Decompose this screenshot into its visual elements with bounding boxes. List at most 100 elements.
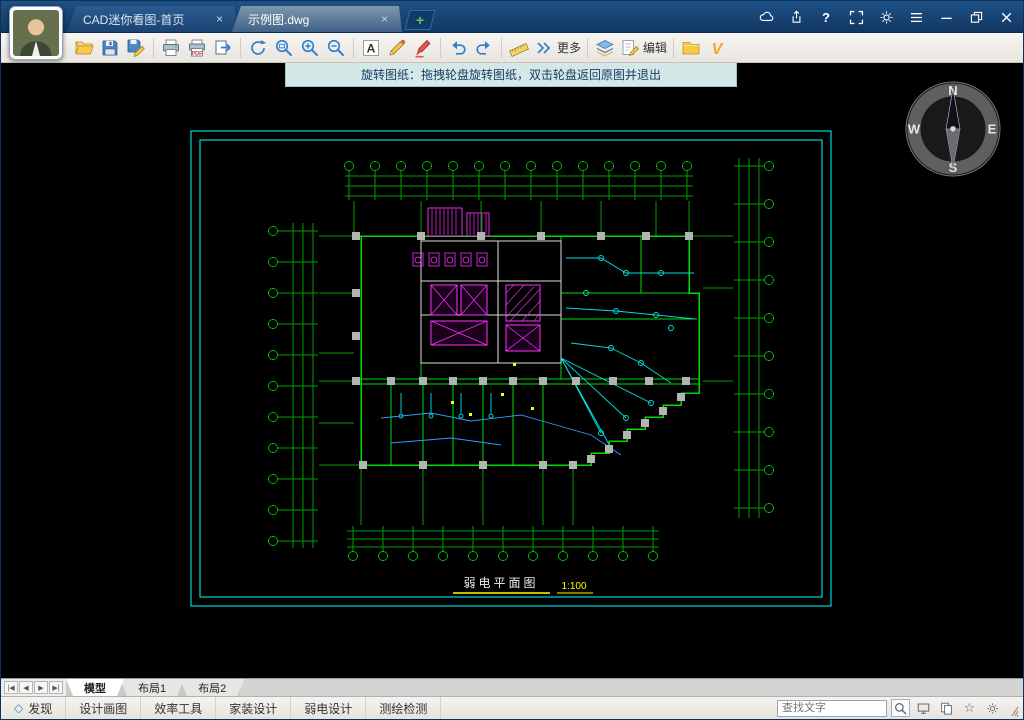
pencil-button[interactable] bbox=[384, 35, 410, 61]
redo-icon bbox=[474, 38, 494, 58]
more-measure-button[interactable]: 更多 bbox=[532, 35, 583, 61]
pages-icon bbox=[939, 701, 954, 716]
main-toolbar: PDF bbox=[1, 33, 1023, 63]
cloud-button[interactable] bbox=[757, 8, 775, 26]
elv-design-label: 弱电设计 bbox=[304, 700, 352, 717]
toolbar-separator bbox=[501, 38, 502, 58]
vip-button[interactable]: V bbox=[704, 35, 730, 61]
toolbar-separator bbox=[440, 38, 441, 58]
layout-tab-bar: |◀ ◀ ▶ ▶| 模型 布局1 布局2 bbox=[1, 678, 1023, 696]
vip-v-icon: V bbox=[707, 38, 727, 58]
share-button[interactable] bbox=[787, 8, 805, 26]
close-icon bbox=[998, 9, 1015, 26]
drawing-title-block: 弱电平面图 1:100 bbox=[453, 576, 593, 593]
tab-home-close-icon[interactable]: × bbox=[214, 12, 225, 26]
prev-sheet-button[interactable]: ◀ bbox=[19, 681, 33, 694]
statusbar-item-elv-design[interactable]: 弱电设计 bbox=[291, 697, 366, 719]
home-design-label: 家装设计 bbox=[229, 700, 277, 717]
minimize-button[interactable] bbox=[937, 8, 955, 26]
find-text-input[interactable] bbox=[777, 700, 887, 717]
layers-button[interactable] bbox=[592, 35, 618, 61]
share-icon bbox=[788, 9, 805, 26]
statusbar-item-discover[interactable]: ◇ 发现 bbox=[1, 697, 66, 719]
drawing-canvas[interactable]: 旋转图纸：拖拽轮盘旋转图纸，双击轮盘返回原图并退出 bbox=[1, 63, 1023, 678]
statusbar-item-home-design[interactable]: 家装设计 bbox=[216, 697, 291, 719]
pencil-icon bbox=[387, 38, 407, 58]
toolbar-separator bbox=[240, 38, 241, 58]
tab-model[interactable]: 模型 bbox=[66, 679, 124, 696]
favorite-button[interactable]: ☆ bbox=[960, 699, 979, 717]
design-draw-label: 设计画图 bbox=[79, 700, 127, 717]
resize-grip[interactable] bbox=[1006, 701, 1020, 717]
sheet-nav: |◀ ◀ ▶ ▶| bbox=[1, 679, 66, 696]
tab-layout2[interactable]: 布局2 bbox=[180, 679, 244, 696]
statusbar-settings-button[interactable] bbox=[983, 699, 1002, 717]
menu-button[interactable] bbox=[907, 8, 925, 26]
text-button[interactable]: A bbox=[358, 35, 384, 61]
efficiency-tools-label: 效率工具 bbox=[154, 700, 202, 717]
tab-document-label: 示例图.dwg bbox=[248, 11, 309, 28]
export-button[interactable] bbox=[210, 35, 236, 61]
undo-button[interactable] bbox=[445, 35, 471, 61]
minimize-icon bbox=[938, 9, 955, 26]
toolbar-separator bbox=[353, 38, 354, 58]
marker-button[interactable] bbox=[410, 35, 436, 61]
settings-button[interactable] bbox=[877, 8, 895, 26]
user-avatar[interactable] bbox=[9, 6, 63, 60]
redo-button[interactable] bbox=[471, 35, 497, 61]
zoom-window-icon bbox=[274, 38, 294, 58]
tab-home[interactable]: CAD迷你看图-首页 × bbox=[67, 6, 237, 32]
zoom-out-button[interactable] bbox=[323, 35, 349, 61]
fullscreen-button[interactable] bbox=[847, 8, 865, 26]
edit-button[interactable]: 编辑 bbox=[618, 35, 669, 61]
print-button[interactable] bbox=[158, 35, 184, 61]
star-icon: ☆ bbox=[964, 700, 976, 716]
drawing-scale: 1:100 bbox=[561, 581, 586, 592]
undo-icon bbox=[448, 38, 468, 58]
open-button[interactable] bbox=[71, 35, 97, 61]
pdf-printer-icon: PDF bbox=[187, 38, 207, 58]
help-button[interactable]: ? bbox=[817, 8, 835, 26]
cloud-icon bbox=[758, 9, 775, 26]
statusbar-item-design-draw[interactable]: 设计画图 bbox=[66, 697, 141, 719]
more-label: 更多 bbox=[557, 39, 581, 56]
close-button[interactable] bbox=[997, 8, 1015, 26]
next-sheet-button[interactable]: ▶ bbox=[34, 681, 48, 694]
cad-drawing[interactable]: 弱电平面图 1:100 N E S W bbox=[1, 63, 1023, 678]
hamburger-icon bbox=[908, 9, 925, 26]
zoom-window-button[interactable] bbox=[271, 35, 297, 61]
statusbar-item-survey-check[interactable]: 测绘检测 bbox=[366, 697, 441, 719]
rotate-button[interactable] bbox=[245, 35, 271, 61]
zoom-in-button[interactable] bbox=[297, 35, 323, 61]
save-button[interactable] bbox=[97, 35, 123, 61]
save-as-button[interactable] bbox=[123, 35, 149, 61]
tab-document[interactable]: 示例图.dwg × bbox=[232, 6, 402, 32]
edit-page-icon bbox=[620, 38, 640, 58]
zoom-in-icon bbox=[300, 38, 320, 58]
red-marker-icon bbox=[413, 38, 433, 58]
compass-east-label: E bbox=[988, 122, 997, 137]
print-pdf-button[interactable]: PDF bbox=[184, 35, 210, 61]
last-sheet-button[interactable]: ▶| bbox=[49, 681, 63, 694]
compare-pages-button[interactable] bbox=[937, 699, 956, 717]
tab-document-close-icon[interactable]: × bbox=[379, 12, 390, 26]
statusbar-item-efficiency-tools[interactable]: 效率工具 bbox=[141, 697, 216, 719]
blue-wiring bbox=[381, 413, 621, 455]
gear-small-icon bbox=[985, 701, 1000, 716]
find-button[interactable] bbox=[891, 699, 910, 717]
measure-button[interactable] bbox=[506, 35, 532, 61]
tab-layout2-label: 布局2 bbox=[198, 680, 226, 696]
folder-button[interactable] bbox=[678, 35, 704, 61]
compass-widget[interactable]: N E S W bbox=[906, 82, 1000, 176]
new-tab-button[interactable]: + bbox=[405, 10, 436, 30]
text-a-icon: A bbox=[361, 38, 381, 58]
screen-capture-button[interactable] bbox=[914, 699, 933, 717]
status-bar: ◇ 发现 设计画图 效率工具 家装设计 弱电设计 测绘检测 bbox=[1, 696, 1023, 719]
open-folder-icon bbox=[74, 38, 94, 58]
first-sheet-button[interactable]: |◀ bbox=[4, 681, 18, 694]
tab-layout1[interactable]: 布局1 bbox=[120, 679, 184, 696]
search-icon bbox=[893, 701, 908, 716]
maximize-button[interactable] bbox=[967, 8, 985, 26]
export-icon bbox=[213, 38, 233, 58]
layout-bar-filler bbox=[240, 679, 1023, 696]
